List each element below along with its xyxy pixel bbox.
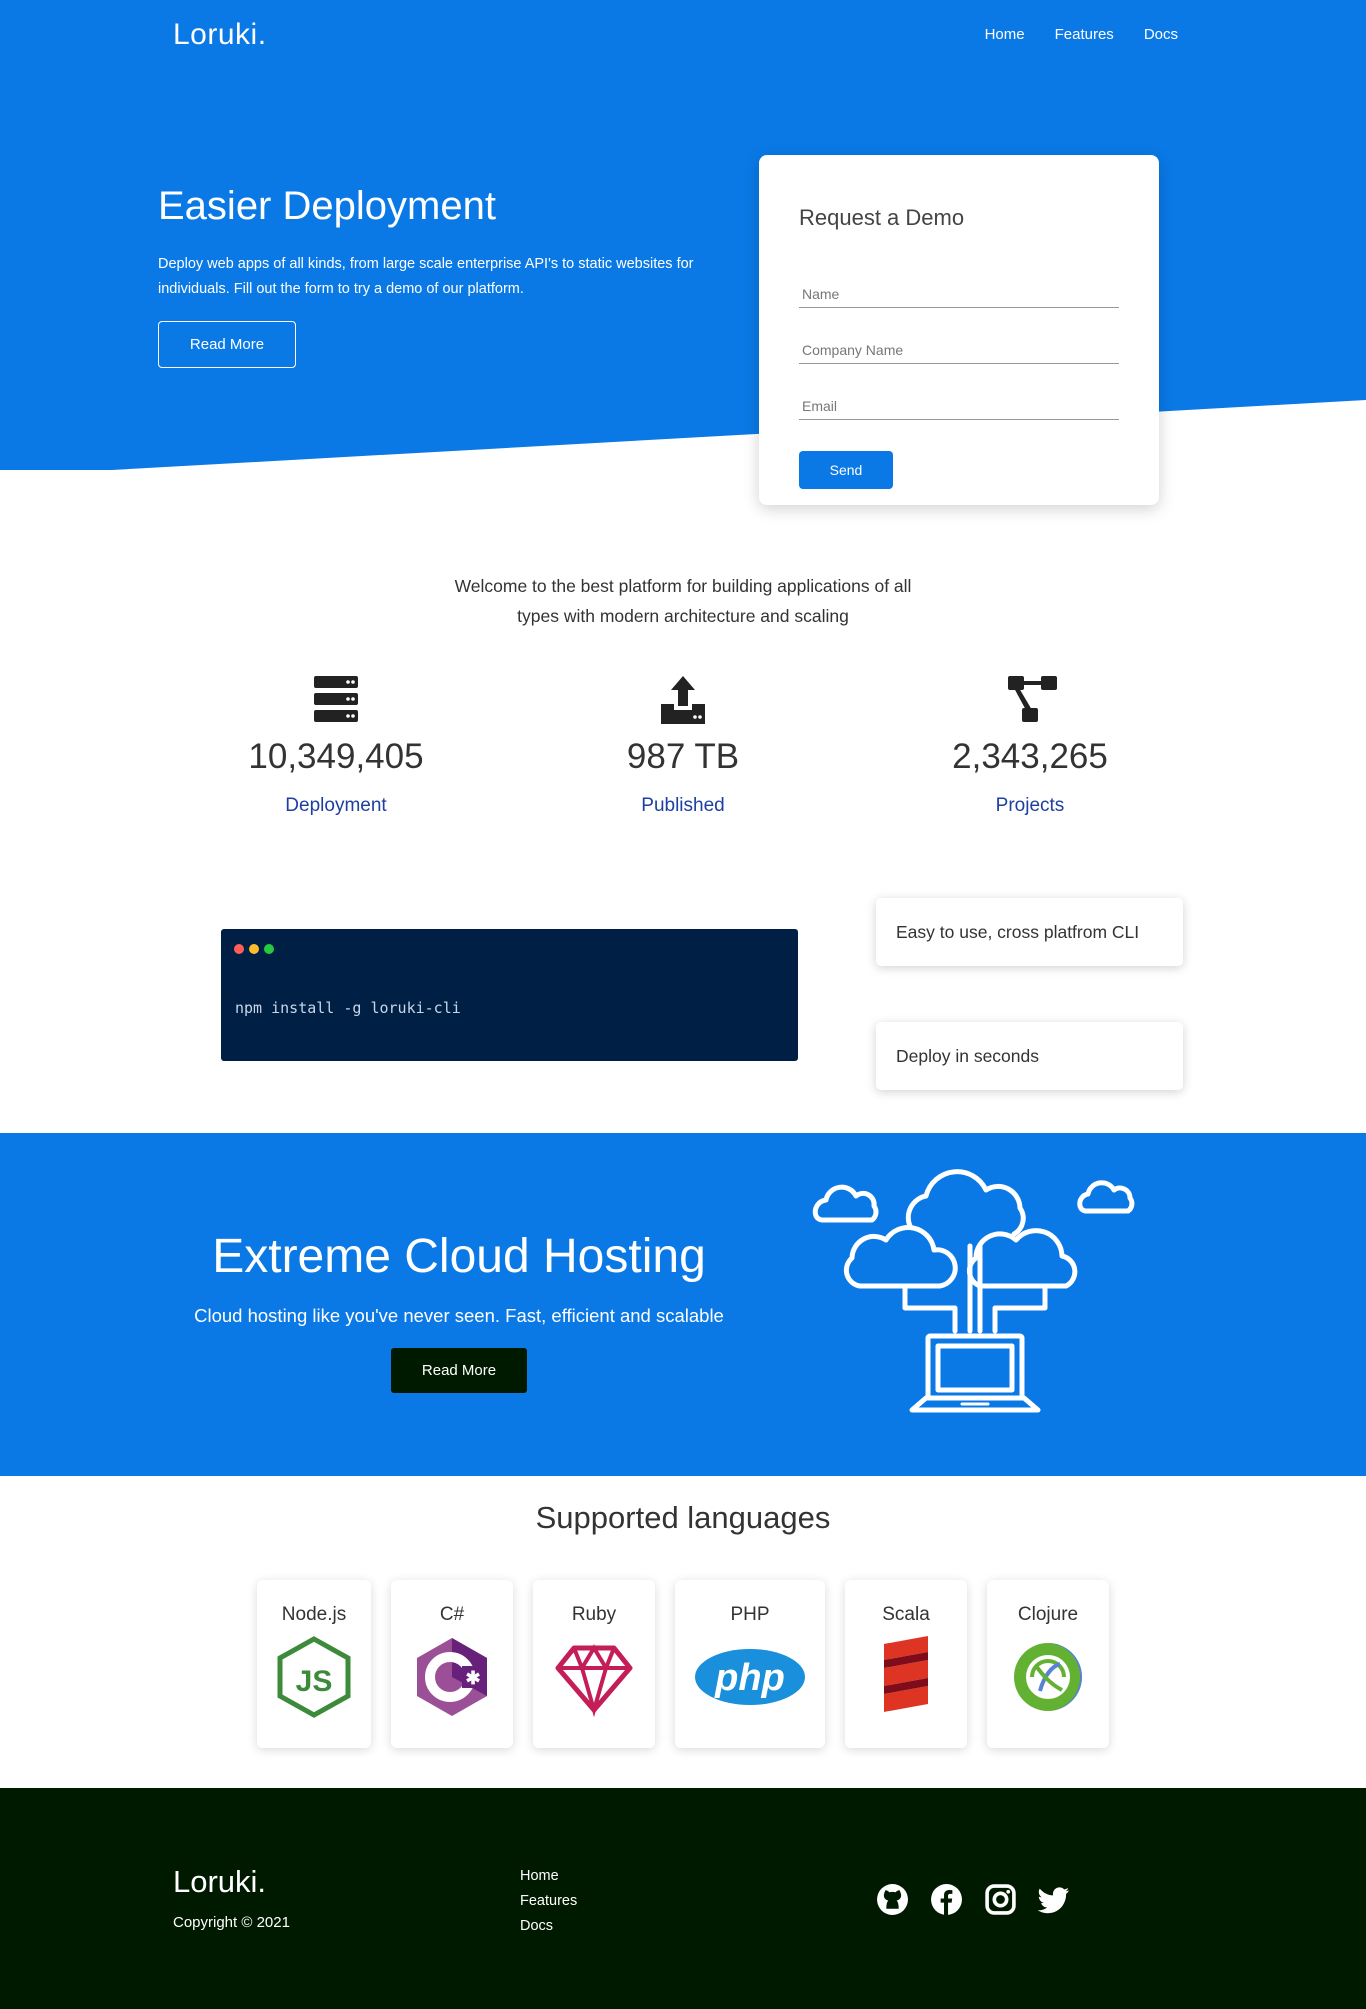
footer-link-docs[interactable]: Docs — [520, 1914, 577, 1939]
language-name: Clojure — [1017, 1604, 1079, 1625]
languages-title: Supported languages — [535, 1500, 831, 1535]
stat-projects: 2,343,265 Projects — [900, 672, 1160, 817]
stat-label: Published — [641, 795, 725, 816]
language-card-php: PHP php — [675, 1580, 825, 1748]
hero-read-more-button[interactable]: Read More — [158, 321, 296, 368]
stat-value: 987 TB — [626, 737, 740, 776]
nav-logo[interactable]: Loruki. — [173, 18, 267, 52]
terminal-maximize-dot — [264, 944, 274, 954]
stat-label: Projects — [995, 795, 1065, 816]
terminal-command: npm install -g loruki-cli — [235, 999, 461, 1017]
language-card-scala: Scala — [845, 1580, 967, 1748]
email-field-wrapper — [799, 394, 1119, 420]
cli-terminal: npm install -g loruki-cli — [221, 929, 798, 1061]
language-card-nodejs: Node.js JS — [257, 1580, 371, 1748]
language-card-csharp: C# ✱ — [391, 1580, 513, 1748]
cloud-computing-icon — [812, 1169, 1135, 1413]
footer-logo[interactable]: Loruki. — [173, 1864, 266, 1900]
feature-card-deploy: Deploy in seconds — [876, 1022, 1183, 1090]
stat-value: 10,349,405 — [248, 737, 424, 776]
feature-card-cli: Easy to use, cross platfrom CLI — [876, 898, 1183, 966]
twitter-icon[interactable] — [1038, 1883, 1071, 1916]
welcome-text: Welcome to the best platform for buildin… — [454, 576, 912, 626]
stat-published: 987 TB Published — [553, 672, 813, 817]
email-input[interactable] — [799, 394, 1119, 418]
footer: Loruki. Copyright © 2021 Home Features D… — [0, 1788, 1366, 2009]
language-name: Ruby — [571, 1604, 617, 1625]
scala-logo-icon — [884, 1636, 928, 1712]
clojure-logo-icon — [1014, 1643, 1082, 1711]
php-logo-icon: php — [695, 1649, 805, 1705]
name-field-wrapper — [799, 282, 1119, 308]
svg-text:php: php — [714, 1657, 785, 1699]
stat-label: Deployment — [285, 795, 387, 816]
social-links — [876, 1883, 1071, 1916]
cloud-hosting-section: Extreme Cloud Hosting Cloud hosting like… — [0, 1133, 1366, 1476]
instagram-icon[interactable] — [984, 1883, 1017, 1916]
footer-nav: Home Features Docs — [520, 1864, 577, 1939]
terminal-close-dot — [234, 944, 244, 954]
svg-text:JS: JS — [296, 1665, 333, 1698]
language-name: Node.js — [281, 1604, 347, 1625]
nav-link-docs[interactable]: Docs — [1144, 26, 1178, 43]
footer-link-features[interactable]: Features — [520, 1889, 577, 1914]
cloud-description: Cloud hosting like you've never seen. Fa… — [194, 1305, 724, 1326]
main-nav: Home Features Docs — [985, 26, 1178, 43]
cloud-read-more-button[interactable]: Read More — [391, 1348, 527, 1393]
company-name-input[interactable] — [799, 338, 1119, 362]
nav-link-home[interactable]: Home — [985, 26, 1025, 43]
footer-link-home[interactable]: Home — [520, 1864, 577, 1889]
csharp-logo-icon: ✱ — [417, 1638, 487, 1716]
demo-form-title: Request a Demo — [799, 205, 965, 230]
footer-copyright: Copyright © 2021 — [173, 1914, 290, 1931]
language-name: PHP — [730, 1604, 770, 1625]
terminal-minimize-dot — [249, 944, 259, 954]
send-button[interactable]: Send — [799, 451, 893, 489]
ruby-logo-icon — [555, 1644, 633, 1718]
language-card-clojure: Clojure — [987, 1580, 1109, 1748]
language-name: Scala — [882, 1604, 930, 1625]
project-diagram-icon — [1008, 676, 1057, 722]
stat-deployment: 10,349,405 Deployment — [206, 672, 466, 817]
language-card-ruby: Ruby — [533, 1580, 655, 1748]
svg-text:✱: ✱ — [465, 1668, 480, 1688]
name-input[interactable] — [799, 282, 1119, 306]
hero-description: Deploy web apps of all kinds, from large… — [158, 256, 694, 297]
server-icon — [314, 676, 358, 722]
hero-section: Loruki. Home Features Docs Easier Deploy… — [0, 0, 1366, 480]
company-field-wrapper — [799, 338, 1119, 364]
stat-value: 2,343,265 — [952, 737, 1108, 776]
language-name: C# — [439, 1604, 465, 1625]
hero-background — [0, 0, 1366, 470]
upload-icon — [661, 676, 705, 724]
cloud-title: Extreme Cloud Hosting — [212, 1230, 706, 1283]
request-demo-card: Request a Demo Send — [759, 155, 1159, 505]
github-icon[interactable] — [876, 1883, 909, 1916]
nodejs-logo-icon: JS — [277, 1636, 351, 1718]
hero-title: Easier Deployment — [158, 184, 496, 228]
nav-link-features[interactable]: Features — [1055, 26, 1114, 43]
facebook-icon[interactable] — [930, 1883, 963, 1916]
